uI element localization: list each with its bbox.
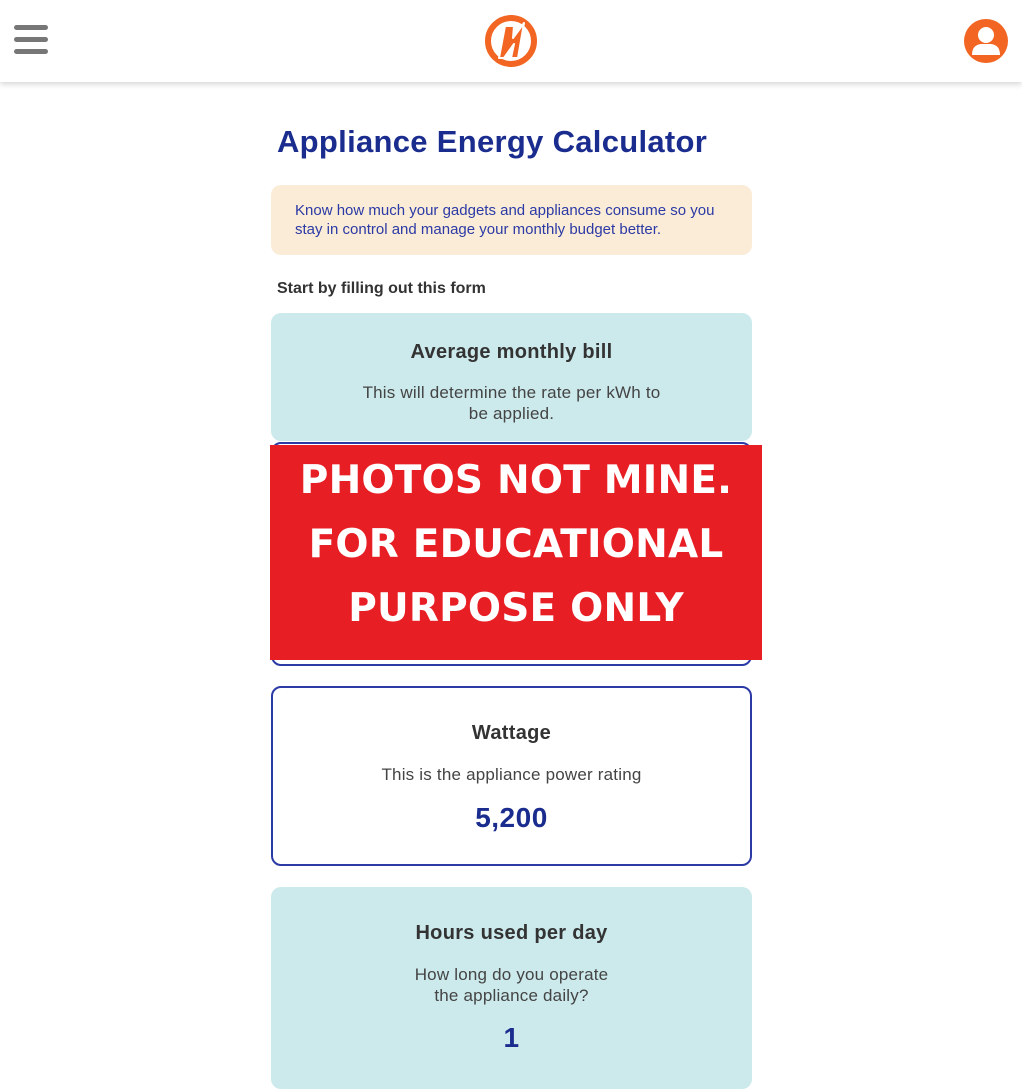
wattage-card[interactable]: Wattage This is the appliance power rati…: [271, 686, 752, 866]
card-title: Hours used per day: [415, 922, 608, 944]
card-title: Average monthly bill: [410, 341, 613, 363]
top-nav-bar: [0, 0, 1022, 82]
educational-notice-overlay: PHOTOS NOT MINE. FOR EDUCATIONAL PURPOSE…: [270, 445, 762, 660]
hamburger-menu-icon[interactable]: [14, 25, 48, 55]
card-description: How long do you operate the appliance da…: [414, 965, 609, 1005]
form-lead-text: Start by filling out this form: [277, 280, 486, 297]
card-description: This is the appliance power rating: [381, 765, 642, 784]
notice-line: PURPOSE ONLY: [348, 586, 684, 631]
wattage-value[interactable]: 5,200: [273, 802, 750, 834]
lightning-bolt-logo[interactable]: [484, 14, 538, 68]
card-title: Wattage: [471, 722, 552, 744]
user-account-button[interactable]: [964, 19, 1008, 63]
notice-line: FOR EDUCATIONAL: [308, 522, 724, 567]
hours-per-day-card[interactable]: Hours used per day How long do you opera…: [271, 887, 752, 1089]
monthly-bill-card[interactable]: Average monthly bill This will determine…: [271, 313, 752, 441]
intro-banner: Know how much your gadgets and appliance…: [271, 185, 752, 255]
notice-line: PHOTOS NOT MINE.: [299, 458, 733, 503]
card-description: This will determine the rate per kWh to …: [362, 383, 661, 423]
page-title: Appliance Energy Calculator: [277, 124, 708, 159]
user-account-icon: [972, 27, 1000, 55]
hours-value[interactable]: 1: [271, 1022, 752, 1054]
